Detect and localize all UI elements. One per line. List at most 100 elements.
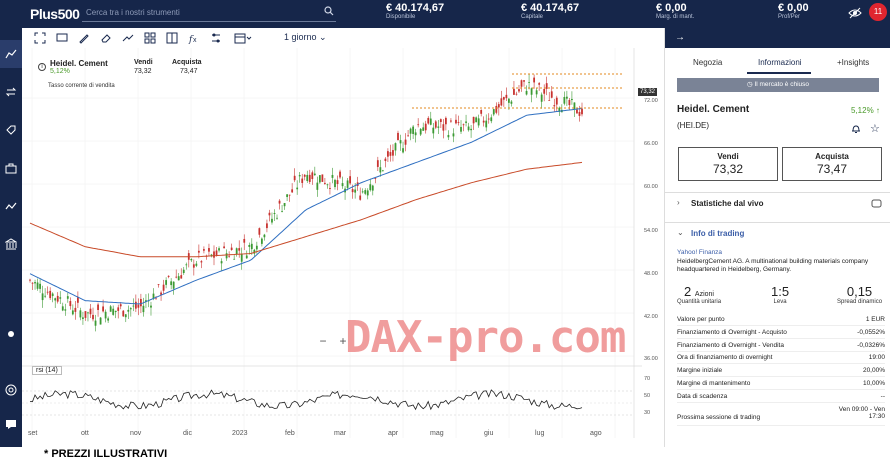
x-tick-label: mag	[430, 430, 444, 437]
candle-body	[69, 301, 72, 307]
candle-body	[409, 128, 412, 134]
price-chart[interactable]	[22, 48, 664, 447]
eraser-icon[interactable]	[100, 32, 112, 44]
bank-icon[interactable]	[5, 238, 17, 250]
x-tick-label: lug	[535, 430, 545, 437]
settings-sliders-icon[interactable]	[210, 32, 222, 44]
trading-info-title: Info di trading	[691, 229, 745, 238]
candle-body	[104, 311, 107, 319]
sell-button[interactable]: Vendi 73,32	[678, 147, 778, 181]
plus500-logo[interactable]: Plus500	[30, 6, 80, 22]
period-selector[interactable]: 1 giorno ⌄	[284, 32, 327, 43]
candle-body	[281, 211, 283, 212]
candle-body	[112, 308, 115, 315]
stat-value: € 0,00	[656, 2, 687, 14]
x-tick-label: mar	[334, 430, 347, 437]
candle-body	[230, 247, 233, 251]
candle-body	[513, 88, 515, 95]
info-row: Margine di mantenimento 10,00%	[677, 378, 885, 390]
candle-body	[432, 127, 435, 134]
chart-bubble-icon[interactable]	[871, 199, 882, 209]
moving-average-fast	[29, 108, 583, 305]
tab-insights[interactable]: +Insights	[837, 58, 869, 67]
tab-informazioni[interactable]: Informazioni	[758, 58, 802, 67]
candle-body	[329, 187, 331, 189]
candle-body	[192, 264, 195, 268]
candle-body	[46, 291, 49, 293]
bell-icon[interactable]	[851, 124, 861, 134]
live-stats-title: Statistiche dal vivo	[691, 199, 764, 208]
candle-body	[482, 120, 485, 123]
info-row: Finanziamento di Overnight - Acquisto -0,…	[677, 327, 885, 339]
candle-body	[538, 83, 541, 85]
rsi-label[interactable]: rsi (14)	[32, 366, 62, 375]
x-tick-label: ott	[81, 430, 89, 437]
chevron-right-icon: ›	[677, 198, 680, 207]
fx-indicator-icon[interactable]: fx	[188, 32, 200, 44]
candle-body	[533, 77, 536, 83]
figure-label: Quantità unitaria	[677, 299, 722, 305]
search-input[interactable]	[82, 4, 312, 20]
candle-body	[291, 189, 294, 193]
arrow-right-icon[interactable]: →	[675, 32, 685, 43]
info-row-value: --	[880, 392, 885, 400]
chart-icon[interactable]	[5, 48, 17, 60]
comment-icon[interactable]	[56, 32, 68, 44]
search-box[interactable]	[82, 4, 336, 22]
star-icon[interactable]: ☆	[870, 122, 880, 135]
candle-body	[530, 88, 533, 95]
chat-icon[interactable]	[5, 418, 17, 430]
figure-label: Leva	[773, 299, 787, 305]
info-icon[interactable]: i	[38, 63, 46, 71]
candle-body	[240, 254, 243, 262]
zoom-out-button[interactable]: −	[316, 334, 330, 348]
live-stats-section[interactable]: › Statistiche dal vivo	[665, 192, 890, 214]
hide-eye-icon[interactable]	[848, 7, 862, 19]
layout-icon[interactable]	[166, 32, 178, 44]
swap-icon[interactable]	[5, 86, 17, 98]
candle-body	[308, 174, 311, 182]
fullscreen-icon[interactable]	[34, 32, 46, 44]
candle-body	[258, 228, 261, 235]
notifications-badge[interactable]: 11	[869, 3, 887, 21]
candle-body	[228, 255, 231, 257]
candle-body	[437, 126, 440, 128]
info-row-value: 20,00%	[862, 367, 885, 375]
candle-body	[150, 305, 152, 308]
stat-label: Disponibile	[386, 14, 416, 20]
candle-body	[361, 191, 364, 193]
candle-body	[197, 250, 200, 253]
info-row-key: Margine iniziale	[677, 367, 723, 375]
candle-body	[508, 98, 510, 103]
briefcase-icon[interactable]	[5, 162, 17, 174]
candle-body	[374, 178, 377, 179]
help-icon[interactable]	[5, 384, 17, 396]
candle-body	[389, 152, 392, 156]
grid-layout-icon[interactable]	[144, 32, 156, 44]
x-tick-label: 2023	[232, 430, 248, 437]
info-row: Prossima sessione di trading Ven 09:00 - …	[677, 404, 885, 426]
candle-body	[381, 170, 384, 172]
candle-body	[404, 139, 407, 145]
candle-body	[321, 174, 324, 182]
tag-icon[interactable]	[5, 124, 17, 136]
stat-value: € 40.174,67	[386, 2, 445, 14]
chart-canvas[interactable]	[22, 48, 664, 447]
trading-info-section[interactable]: ⌄ Info di trading	[665, 222, 890, 244]
buy-button[interactable]: Acquista 73,47	[782, 147, 882, 181]
candle-body	[414, 132, 417, 136]
figure-unit: Azioni	[694, 291, 714, 298]
tab-negozia[interactable]: Negozia	[693, 58, 722, 67]
candle-body	[140, 298, 142, 307]
trend-line-icon[interactable]	[122, 32, 134, 44]
search-icon[interactable]	[324, 6, 334, 16]
candle-body	[553, 105, 556, 107]
trend-icon[interactable]	[5, 200, 17, 212]
calendar-icon[interactable]	[234, 32, 252, 44]
light-mode-icon[interactable]	[5, 328, 17, 340]
draw-pencil-icon[interactable]	[78, 32, 90, 44]
candle-body	[172, 281, 175, 289]
candle-body	[170, 281, 173, 286]
candle-body	[255, 245, 258, 250]
candle-body	[235, 248, 238, 255]
